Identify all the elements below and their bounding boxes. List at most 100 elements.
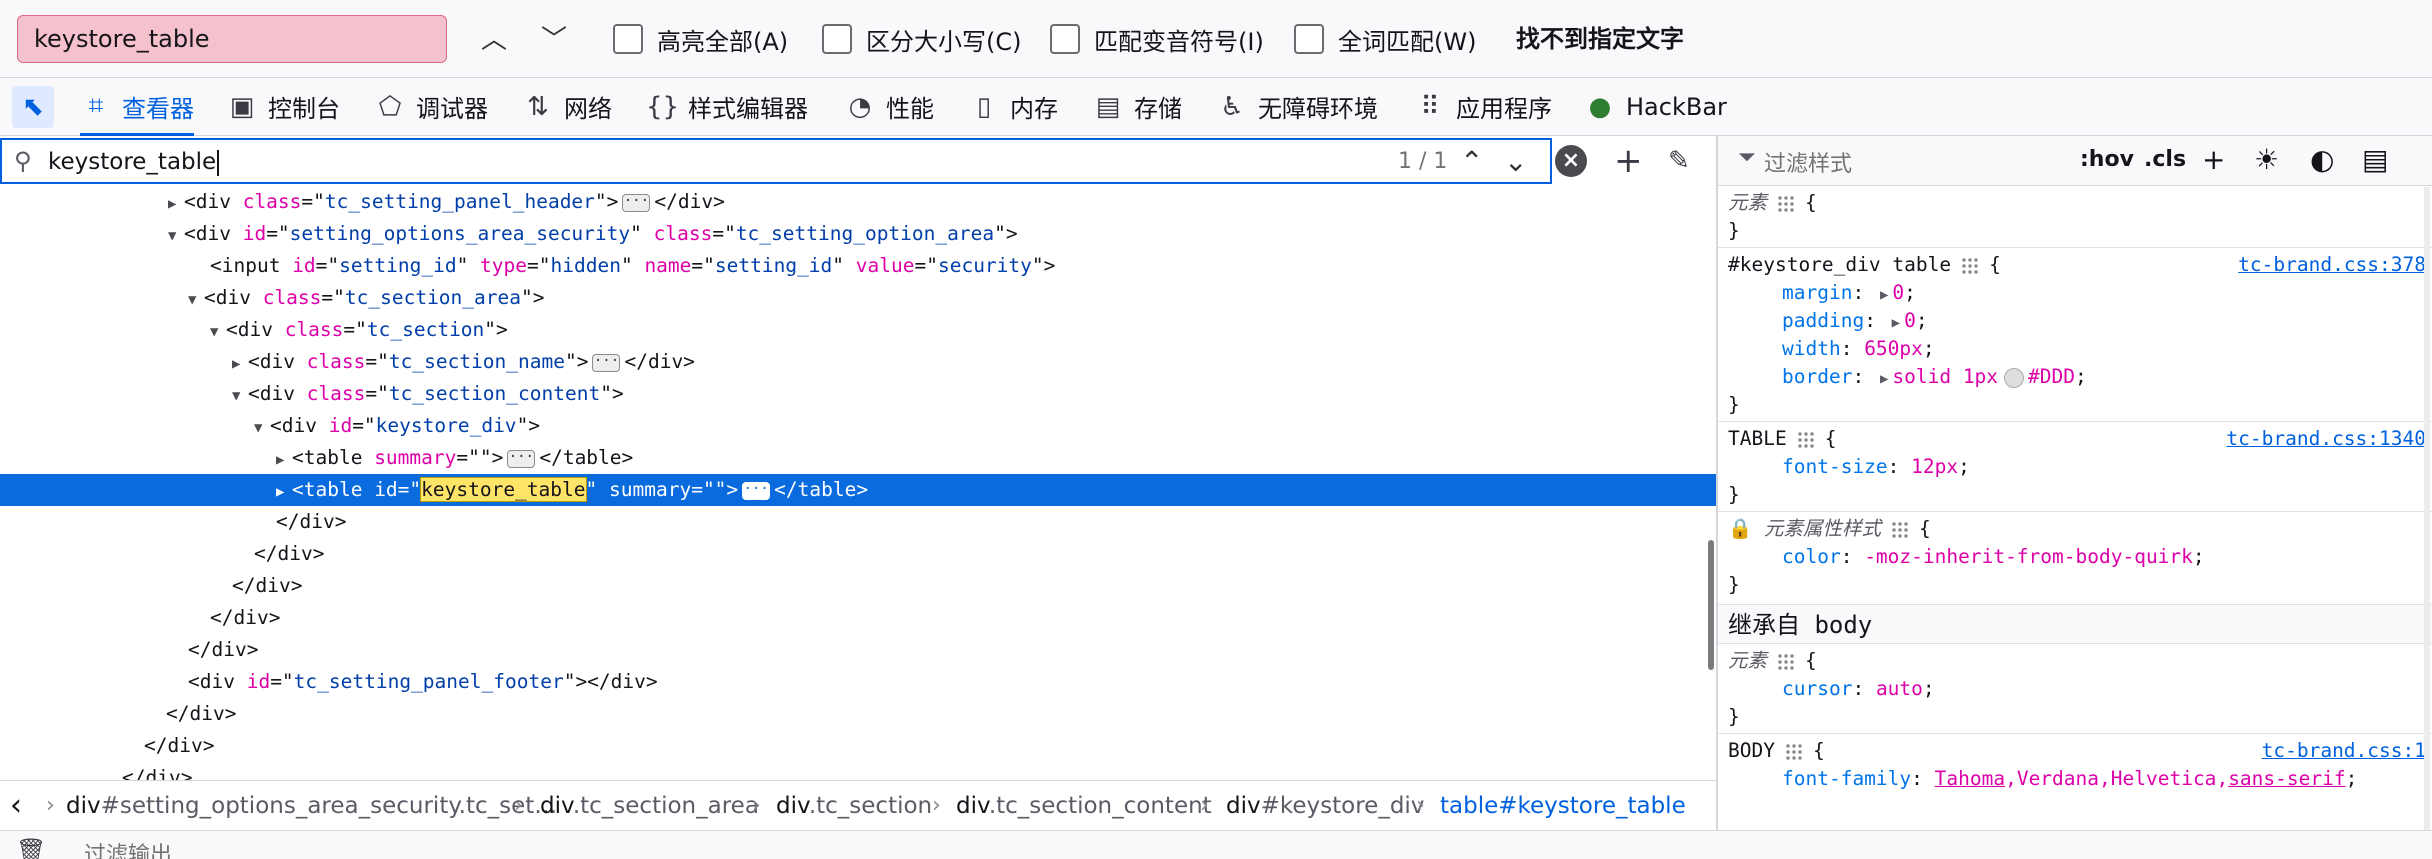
- search-prev-button[interactable]: ⌃: [1460, 144, 1483, 180]
- markup-node[interactable]: ▼ <div id="keystore_div">: [0, 410, 1716, 442]
- markup-node[interactable]: ▶ <div class="tc_setting_panel_header"> ··…: [0, 186, 1716, 218]
- tab-storage[interactable]: ▤ 存储: [1092, 78, 1182, 135]
- ellipsis-icon[interactable]: ···: [592, 353, 621, 372]
- add-node-button[interactable]: +: [1614, 138, 1643, 184]
- collapse-arrow-icon[interactable]: ▼: [232, 380, 248, 412]
- css-declaration[interactable]: padding: ▶ 0;: [1718, 307, 2432, 335]
- element-picker-icon[interactable]: ⬉: [12, 86, 54, 128]
- highlight-all-checkbox[interactable]: 高亮全部(A): [613, 20, 788, 58]
- console-filter-input[interactable]: 过滤输出: [84, 837, 172, 859]
- tab-style-editor[interactable]: {} 样式编辑器: [646, 78, 808, 135]
- markup-close-tag[interactable]: </div>: [0, 730, 1716, 762]
- tab-application[interactable]: ⠿ 应用程序: [1414, 78, 1552, 135]
- markup-search-input[interactable]: keystore_table: [48, 146, 219, 178]
- expand-arrow-icon[interactable]: ▶: [1880, 371, 1888, 387]
- chevron-left-icon[interactable]: ‹: [10, 781, 22, 831]
- clear-search-icon[interactable]: ×: [1555, 145, 1587, 177]
- collapse-arrow-icon[interactable]: ▼: [210, 316, 226, 348]
- tab-debugger[interactable]: ⬠ 调试器: [374, 78, 488, 135]
- rule-divider: [1718, 511, 2432, 512]
- tab-hackbar[interactable]: ● HackBar: [1584, 78, 1727, 135]
- collapse-arrow-icon[interactable]: ▼: [254, 412, 270, 444]
- markup-close-tag[interactable]: </div>: [0, 506, 1716, 538]
- collapse-arrow-icon[interactable]: ▼: [168, 220, 184, 252]
- rule-selector[interactable]: TABLE{tc-brand.css:1340: [1718, 425, 2432, 453]
- hover-state-toggle[interactable]: :hov: [2080, 144, 2134, 176]
- markup-node[interactable]: ▼ <div id="setting_options_area_security"…: [0, 218, 1716, 250]
- markup-node[interactable]: <input id="setting_id" type="hidden" nam…: [0, 250, 1716, 282]
- breadcrumb-item[interactable]: div.tc_section_area: [540, 781, 759, 831]
- rule-selector[interactable]: 元素{: [1718, 647, 2432, 675]
- expand-arrow-icon[interactable]: ▶: [276, 444, 292, 476]
- rule-source-link[interactable]: tc-brand.css:378: [2238, 251, 2426, 279]
- expand-arrow-icon[interactable]: ▶: [232, 348, 248, 380]
- markup-close-tag[interactable]: </div>: [0, 570, 1716, 602]
- markup-node[interactable]: ▶ <table summary=""> ··· </table>: [0, 442, 1716, 474]
- match-diacritics-checkbox[interactable]: 匹配变音符号(I): [1050, 20, 1264, 58]
- breadcrumb-item[interactable]: div.tc_section: [776, 781, 932, 831]
- markup-node[interactable]: ▼ <div class="tc_section_content">: [0, 378, 1716, 410]
- tab-performance[interactable]: ◔ 性能: [844, 78, 934, 135]
- rule-selector[interactable]: BODY{tc-brand.css:1: [1718, 737, 2432, 765]
- find-next-button[interactable]: ﹀: [534, 20, 574, 60]
- rule-selector[interactable]: #keystore_div table{tc-brand.css:378: [1718, 251, 2432, 279]
- breadcrumb-item-active[interactable]: table#keystore_table: [1440, 781, 1686, 831]
- tab-inspector[interactable]: ⌗ 查看器: [80, 78, 194, 136]
- rule-source-link[interactable]: tc-brand.css:1: [2262, 737, 2426, 765]
- breadcrumb-item[interactable]: div.tc_section_content: [956, 781, 1212, 831]
- ellipsis-icon[interactable]: ···: [622, 193, 651, 212]
- markup-scrollbar[interactable]: [1708, 540, 1714, 670]
- css-declaration[interactable]: font-size: 12px;: [1718, 453, 2432, 481]
- add-rule-icon[interactable]: +: [2202, 142, 2225, 178]
- css-declaration[interactable]: width: 650px;: [1718, 335, 2432, 363]
- css-declaration[interactable]: cursor: auto;: [1718, 675, 2432, 703]
- find-input[interactable]: keystore_table: [17, 15, 447, 63]
- find-previous-button[interactable]: ︿: [474, 20, 514, 60]
- rules-scrollbar[interactable]: [2424, 187, 2430, 830]
- tab-network[interactable]: ⇅ 网络: [522, 78, 612, 135]
- expand-arrow-icon[interactable]: ▶: [276, 476, 292, 508]
- collapse-arrow-icon[interactable]: ▼: [188, 284, 204, 316]
- rules-filter-input[interactable]: 过滤样式: [1764, 146, 1852, 178]
- markup-node[interactable]: ▼ <div class="tc_section">: [0, 314, 1716, 346]
- tab-console[interactable]: ▣ 控制台: [226, 78, 340, 135]
- markup-close-tag[interactable]: </div>: [0, 602, 1716, 634]
- ellipsis-icon[interactable]: ···: [507, 449, 536, 468]
- tab-accessibility[interactable]: ♿ 无障碍环境: [1216, 78, 1378, 135]
- markup-close-tag[interactable]: </div>: [0, 762, 1716, 780]
- markup-node[interactable]: ▶ <div class="tc_section_name"> ··· </div>: [0, 346, 1716, 378]
- match-case-checkbox[interactable]: 区分大小写(C): [822, 20, 1021, 58]
- css-declaration[interactable]: color: -moz-inherit-from-body-quirk;: [1718, 543, 2432, 571]
- rule-selector[interactable]: 🔒 元素属性样式{: [1718, 515, 2432, 543]
- eyedropper-icon[interactable]: ✎: [1668, 138, 1690, 184]
- css-declaration[interactable]: margin: ▶ 0;: [1718, 279, 2432, 307]
- whole-words-checkbox[interactable]: 全词匹配(W): [1294, 20, 1476, 58]
- tab-memory[interactable]: ▯ 内存: [968, 78, 1058, 135]
- rule-selector[interactable]: 元素{: [1718, 189, 2432, 217]
- accessibility-icon: ♿: [1220, 91, 1244, 122]
- color-swatch[interactable]: [2004, 367, 2025, 388]
- expand-arrow-icon[interactable]: ▶: [168, 188, 184, 220]
- print-media-icon[interactable]: ▤: [2362, 142, 2388, 178]
- class-toggle[interactable]: .cls: [2144, 144, 2186, 176]
- breadcrumb-item[interactable]: div#keystore_div: [1226, 781, 1424, 831]
- search-next-button[interactable]: ⌄: [1504, 144, 1527, 180]
- markup-close-tag[interactable]: </div>: [0, 698, 1716, 730]
- dark-theme-icon[interactable]: ◐: [2310, 142, 2334, 178]
- inspector-icon: ⌗: [88, 91, 104, 121]
- breadcrumb-item[interactable]: div#setting_options_area_security.tc_set…: [66, 781, 557, 831]
- trash-icon[interactable]: 🗑: [16, 837, 46, 859]
- ellipsis-icon[interactable]: ···: [742, 481, 771, 500]
- css-declaration[interactable]: font-family: Tahoma,Verdana,Helvetica,sa…: [1718, 765, 2432, 793]
- expand-arrow-icon[interactable]: ▶: [1880, 287, 1888, 303]
- expand-arrow-icon[interactable]: ▶: [1892, 315, 1900, 331]
- markup-search-box[interactable]: ⚲ keystore_table 1 / 1 ⌃ ⌄ ×: [0, 138, 1587, 184]
- markup-close-tag[interactable]: </div>: [0, 634, 1716, 666]
- light-theme-icon[interactable]: ☀: [2254, 142, 2279, 178]
- markup-close-tag[interactable]: </div>: [0, 538, 1716, 570]
- markup-node-selected[interactable]: ▶ <table id="keystore_table" summary=""> ·…: [0, 474, 1716, 506]
- markup-node[interactable]: <div id="tc_setting_panel_footer"></div>: [0, 666, 1716, 698]
- css-declaration[interactable]: border: ▶ solid 1px #DDD;: [1718, 363, 2432, 391]
- markup-node[interactable]: ▼ <div class="tc_section_area">: [0, 282, 1716, 314]
- rule-source-link[interactable]: tc-brand.css:1340: [2226, 425, 2426, 453]
